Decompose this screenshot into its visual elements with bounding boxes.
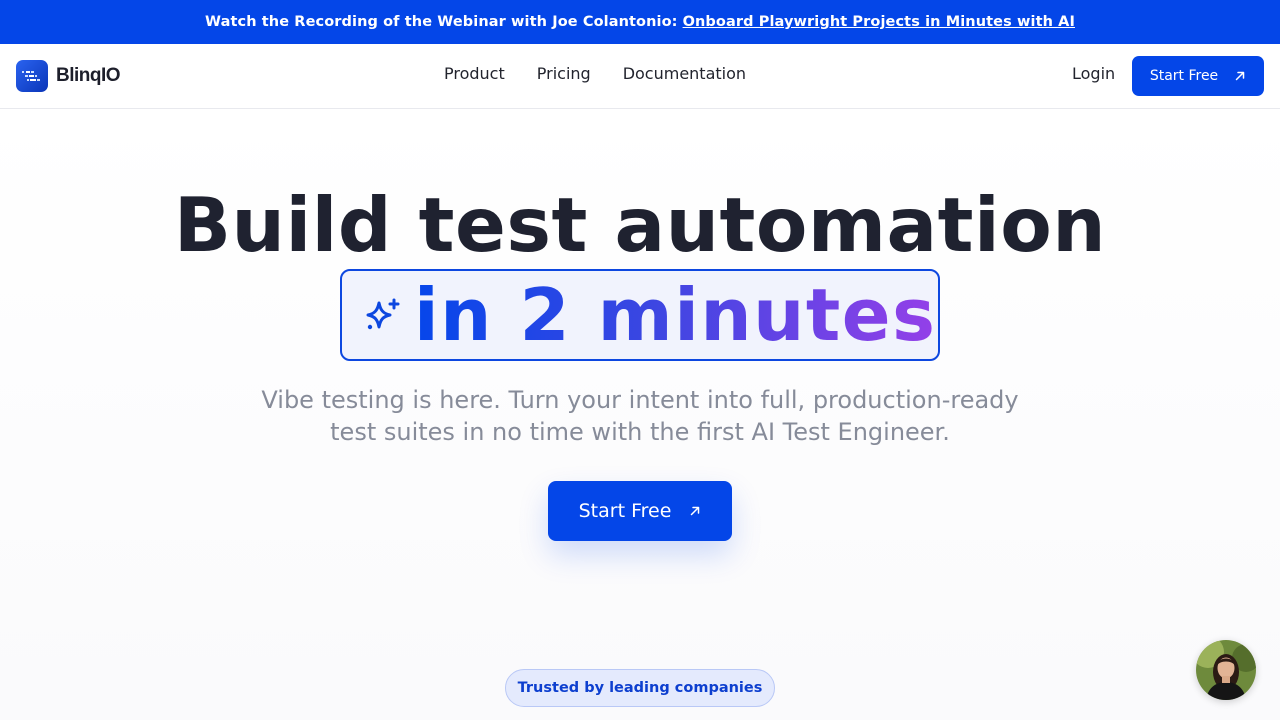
chat-avatar-icon	[1196, 640, 1256, 700]
announcement-banner: Watch the Recording of the Webinar with …	[0, 0, 1280, 44]
hero-start-free-button[interactable]: Start Free	[548, 481, 732, 541]
hero-headline: Build test automation	[173, 181, 1107, 269]
logo-mark-icon	[16, 60, 48, 92]
logo[interactable]: BlinqIO	[16, 60, 121, 92]
nav-item-pricing[interactable]: Pricing	[537, 64, 591, 83]
login-link[interactable]: Login	[1072, 64, 1115, 83]
chat-avatar-button[interactable]	[1196, 640, 1256, 700]
hero-subtitle: Vibe testing is here. Turn your intent i…	[240, 384, 1040, 448]
banner-webinar-link[interactable]: Onboard Playwright Projects in Minutes w…	[683, 14, 1075, 30]
hero-subtitle-line-2: test suites in no time with the first AI…	[330, 418, 950, 446]
hero-highlight-box: in 2 minutes	[340, 269, 940, 361]
nav-item-documentation[interactable]: Documentation	[623, 64, 746, 83]
hero-start-free-label: Start Free	[578, 500, 672, 522]
logo-text: BlinqIO	[56, 65, 121, 86]
arrow-up-right-icon	[1235, 71, 1245, 81]
hero-subtitle-line-1: Vibe testing is here. Turn your intent i…	[261, 386, 1019, 414]
arrow-up-right-icon	[691, 506, 700, 516]
header-start-free-label: Start Free	[1149, 68, 1219, 84]
banner-text: Watch the Recording of the Webinar with …	[205, 14, 678, 30]
main-nav: Product Pricing Documentation	[444, 64, 746, 83]
nav-item-product[interactable]: Product	[444, 64, 505, 83]
hero-highlight-text: in 2 minutes	[414, 273, 937, 357]
sparkle-icon	[366, 298, 400, 330]
top-navbar: BlinqIO Product Pricing Documentation Lo…	[0, 44, 1280, 109]
header-start-free-button[interactable]: Start Free	[1132, 56, 1264, 96]
trusted-badge: Trusted by leading companies	[505, 669, 775, 707]
